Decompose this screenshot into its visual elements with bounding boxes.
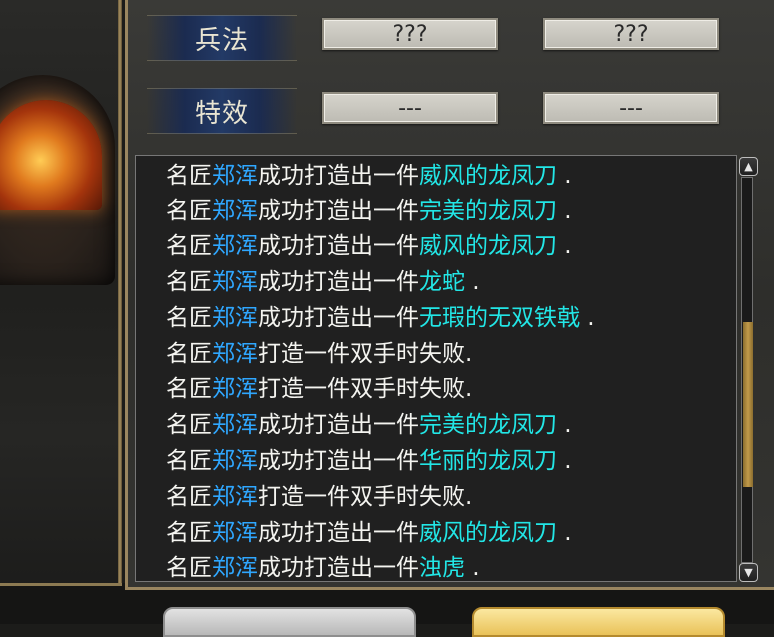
log-entry: 名匠郑浑成功打造出一件完美的龙凤刀 . — [166, 194, 572, 229]
log-entry: 名匠郑浑打造一件双手时失败. — [166, 480, 472, 515]
log-prefix: 名匠 — [166, 198, 212, 224]
log-prefix: 名匠 — [166, 520, 212, 546]
log-suffix: . — [557, 448, 572, 474]
log-entry: 名匠郑浑成功打造出一件威风的龙凤刀 . — [166, 516, 572, 551]
log-smith-name: 郑浑 — [212, 305, 258, 331]
scroll-up-icon[interactable]: ▲ — [739, 157, 758, 176]
log-action: 成功打造出一件 — [258, 163, 419, 189]
log-item-name: 完美的龙凤刀 — [419, 198, 557, 224]
log-action: 成功打造出一件 — [258, 233, 419, 259]
log-item-name: 浊虎 — [419, 555, 465, 581]
log-prefix: 名匠 — [166, 412, 212, 438]
log-item-name: 华丽的龙凤刀 — [419, 448, 557, 474]
log-action: 成功打造出一件 — [258, 555, 419, 581]
log-scrollbar-thumb[interactable] — [743, 322, 753, 487]
effect-label: 特效 — [147, 88, 297, 134]
log-smith-name: 郑浑 — [212, 376, 258, 402]
log-prefix: 名匠 — [166, 233, 212, 259]
log-entry: 名匠郑浑成功打造出一件浊虎 . — [166, 551, 480, 581]
tactics-value-2-text: ??? — [613, 21, 649, 47]
log-prefix: 名匠 — [166, 163, 212, 189]
log-prefix: 名匠 — [166, 305, 212, 331]
log-action: 成功打造出一件 — [258, 412, 419, 438]
log-prefix: 名匠 — [166, 376, 212, 402]
panel-divider — [118, 0, 122, 590]
log-action: 打造一件双手时失败. — [258, 484, 473, 510]
log-suffix: . — [465, 269, 480, 295]
log-suffix: . — [465, 555, 480, 581]
forge-scene — [0, 0, 120, 624]
log-action: 打造一件双手时失败. — [258, 341, 473, 367]
log-suffix: . — [557, 163, 572, 189]
tactics-label: 兵法 — [147, 15, 297, 61]
bottom-frame-line — [0, 583, 122, 586]
log-prefix: 名匠 — [166, 448, 212, 474]
log-suffix: . — [557, 233, 572, 259]
scroll-down-icon[interactable]: ▼ — [739, 563, 758, 582]
log-action: 成功打造出一件 — [258, 305, 419, 331]
confirm-button[interactable] — [472, 607, 725, 637]
log-prefix: 名匠 — [166, 484, 212, 510]
log-action: 成功打造出一件 — [258, 198, 419, 224]
log-smith-name: 郑浑 — [212, 269, 258, 295]
log-item-name: 龙蛇 — [419, 269, 465, 295]
log-action: 成功打造出一件 — [258, 269, 419, 295]
effect-label-text: 特效 — [194, 98, 249, 129]
log-item-name: 完美的龙凤刀 — [419, 412, 557, 438]
log-smith-name: 郑浑 — [212, 448, 258, 474]
log-prefix: 名匠 — [166, 269, 212, 295]
tactics-value-1-text: ??? — [392, 21, 428, 47]
log-smith-name: 郑浑 — [212, 233, 258, 259]
log-entry: 名匠郑浑成功打造出一件威风的龙凤刀 . — [166, 229, 572, 264]
log-smith-name: 郑浑 — [212, 163, 258, 189]
log-item-name: 威风的龙凤刀 — [419, 520, 557, 546]
log-action: 成功打造出一件 — [258, 520, 419, 546]
log-item-name: 威风的龙凤刀 — [419, 163, 557, 189]
tactics-value-2[interactable]: ??? — [543, 18, 719, 50]
effect-value-1[interactable]: --- — [322, 92, 498, 124]
effect-value-1-text: --- — [398, 95, 422, 121]
log-suffix: . — [557, 520, 572, 546]
log-entry: 名匠郑浑成功打造出一件无瑕的无双铁戟 . — [166, 301, 595, 336]
log-action: 打造一件双手时失败. — [258, 376, 473, 402]
tactics-value-1[interactable]: ??? — [322, 18, 498, 50]
log-entry: 名匠郑浑成功打造出一件龙蛇 . — [166, 265, 480, 300]
tactics-label-text: 兵法 — [194, 25, 249, 56]
forge-log: 名匠郑浑成功打造出一件威风的龙凤刀 . 名匠郑浑成功打造出一件完美的龙凤刀 . 名匠… — [135, 155, 737, 582]
effect-value-2[interactable]: --- — [543, 92, 719, 124]
log-suffix: . — [557, 198, 572, 224]
log-entry: 名匠郑浑成功打造出一件华丽的龙凤刀 . — [166, 444, 572, 479]
log-suffix: . — [580, 305, 595, 331]
log-smith-name: 郑浑 — [212, 520, 258, 546]
log-action: 成功打造出一件 — [258, 448, 419, 474]
log-prefix: 名匠 — [166, 555, 212, 581]
effect-value-2-text: --- — [619, 95, 643, 121]
log-entry: 名匠郑浑打造一件双手时失败. — [166, 372, 472, 407]
log-smith-name: 郑浑 — [212, 555, 258, 581]
log-smith-name: 郑浑 — [212, 198, 258, 224]
log-prefix: 名匠 — [166, 341, 212, 367]
log-entry: 名匠郑浑打造一件双手时失败. — [166, 337, 472, 372]
log-item-name: 无瑕的无双铁戟 — [419, 305, 580, 331]
log-smith-name: 郑浑 — [212, 412, 258, 438]
log-entry: 名匠郑浑成功打造出一件威风的龙凤刀 . — [166, 159, 572, 194]
log-smith-name: 郑浑 — [212, 341, 258, 367]
log-entry: 名匠郑浑成功打造出一件完美的龙凤刀 . — [166, 408, 572, 443]
log-suffix: . — [557, 412, 572, 438]
cancel-button[interactable] — [163, 607, 416, 637]
log-item-name: 威风的龙凤刀 — [419, 233, 557, 259]
log-smith-name: 郑浑 — [212, 484, 258, 510]
